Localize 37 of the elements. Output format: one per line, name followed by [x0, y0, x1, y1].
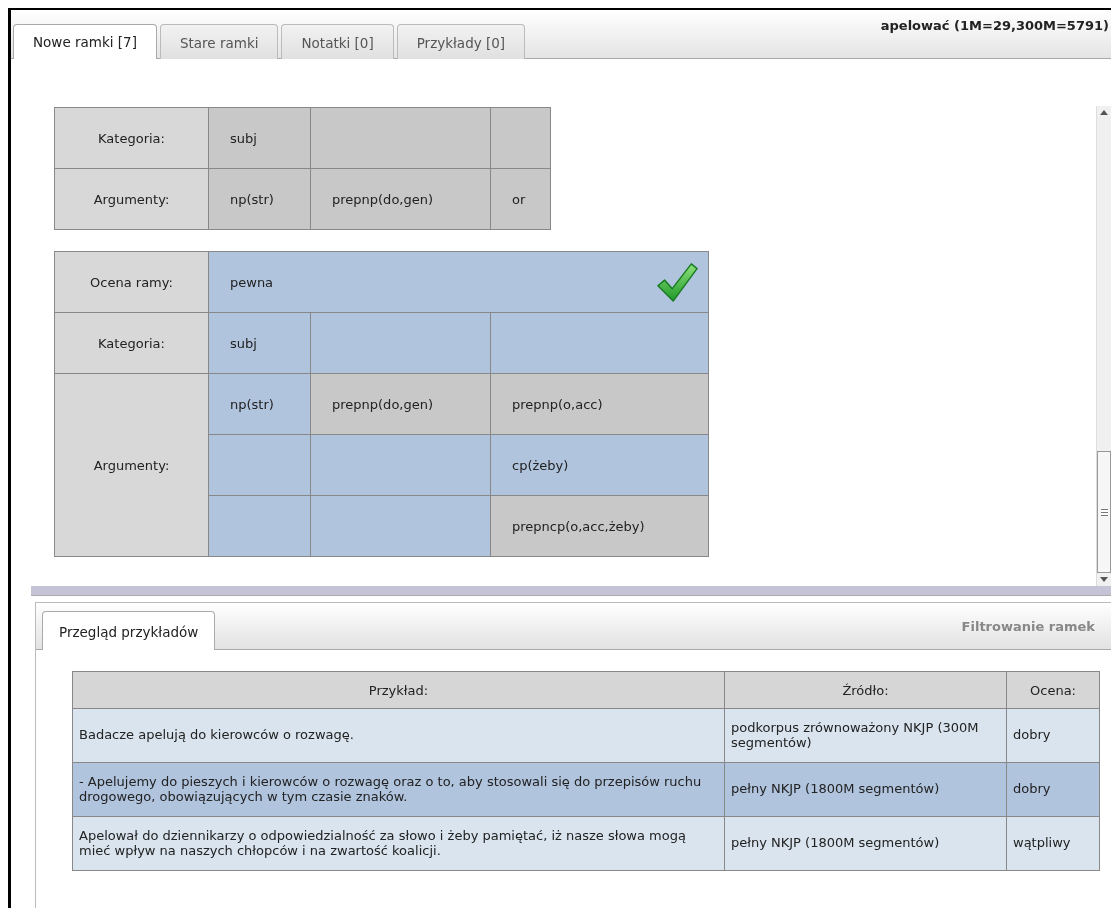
tab[interactable]: Przegląd przykładów [42, 611, 216, 650]
table-cell[interactable]: Badacze apelują do kierowców o rozwagę. [72, 708, 725, 763]
table-cell: prepnp(do,gen) [310, 373, 491, 435]
column-header: Źródło: [724, 671, 1007, 709]
table-cell: np(str) [208, 373, 311, 435]
verb-title: apelować (1M=29,300M=5791) [880, 17, 1109, 33]
tab[interactable]: Przykłady [0] [396, 24, 526, 59]
table-cell: np(str) [208, 168, 311, 230]
table-cell[interactable]: pełny NKJP (1800M segmentów) [724, 816, 1007, 871]
table-cell: prepncp(o,acc,żeby) [490, 495, 709, 557]
tab[interactable]: Stare ramki [159, 24, 279, 59]
table-cell: Ocena ramy: [54, 251, 209, 313]
table-cell[interactable]: Apelował do dziennikarzy o odpowiedzialność za słowo i żeby pamiętać, iż nasze słowa mogą mieć wpływ na naszych chłopców i na zwartość koalicji. [72, 816, 725, 871]
column-header: Przykład: [72, 671, 725, 709]
tab[interactable]: Notatki [0] [281, 24, 394, 59]
column-header: Ocena: [1006, 671, 1100, 709]
table-cell: prepnp(o,acc) [490, 373, 709, 435]
table-cell[interactable]: - Apelujemy do pieszych i kierowców o rozwagę oraz o to, aby stosowali się do przepisów ruchu drogowego, obowiązujących w tym czasie znaków. [72, 762, 725, 817]
table-cell: subj [208, 312, 311, 374]
scroll-thumb[interactable] [1097, 451, 1111, 573]
table-cell: prepnp(do,gen) [310, 168, 491, 230]
table-cell: Kategoria: [54, 107, 209, 169]
table-cell: Kategoria: [54, 312, 209, 374]
scrollbar[interactable] [1096, 106, 1111, 586]
scroll-up-icon[interactable] [1100, 110, 1108, 115]
table-cell[interactable]: dobry [1006, 708, 1100, 763]
rating-text: pewna [230, 274, 274, 290]
table-cell[interactable]: dobry [1006, 762, 1100, 817]
table-cell: cp(żeby) [490, 434, 709, 496]
table-cell: or [490, 168, 551, 230]
table-cell: subj [208, 107, 311, 169]
table-cell: Argumenty: [54, 168, 209, 230]
table-cell: Argumenty: [54, 373, 209, 557]
table-cell[interactable]: pełny NKJP (1800M segmentów) [724, 762, 1007, 817]
table-cell[interactable]: podkorpus zrównoważony NKJP (300M segmentów) [724, 708, 1007, 763]
tab[interactable]: Nowe ramki [7] [13, 24, 157, 59]
table-cell[interactable]: wątpliwy [1006, 816, 1100, 871]
